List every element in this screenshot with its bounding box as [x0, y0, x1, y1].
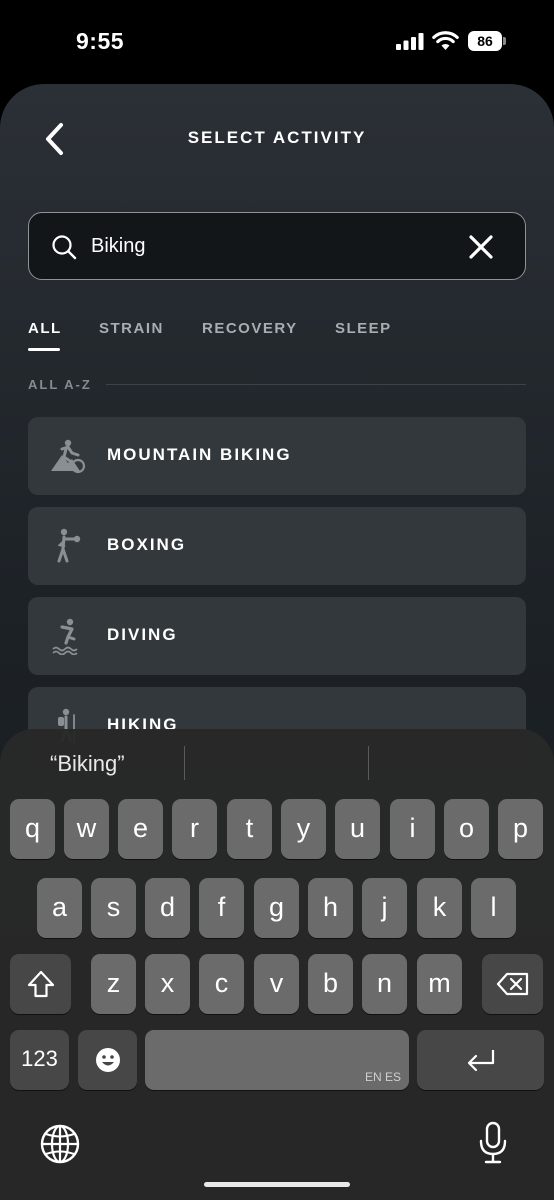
tab-all[interactable]: ALL: [28, 320, 62, 337]
tab-recovery[interactable]: RECOVERY: [202, 320, 298, 337]
status-bar: 9:55 86: [0, 0, 554, 84]
key-p[interactable]: p: [498, 799, 543, 859]
boxing-icon: [57, 528, 81, 563]
numbers-key[interactable]: 123: [10, 1030, 69, 1090]
suggestion-divider: [184, 746, 185, 780]
mountain-biking-icon: [51, 439, 86, 474]
activity-item-boxing[interactable]: BOXING: [28, 507, 526, 585]
activity-item-diving[interactable]: DIVING: [28, 597, 526, 675]
battery-cap: [503, 37, 506, 45]
section-label: ALL A-Z: [28, 377, 92, 392]
search-icon: [52, 235, 77, 260]
key-q[interactable]: q: [10, 799, 55, 859]
search-box[interactable]: [28, 212, 526, 280]
key-j[interactable]: j: [362, 878, 407, 938]
key-w[interactable]: w: [64, 799, 109, 859]
key-u[interactable]: u: [335, 799, 380, 859]
microphone-icon[interactable]: [476, 1121, 510, 1165]
search-input[interactable]: [91, 231, 451, 261]
tab-strain[interactable]: STRAIN: [99, 320, 164, 337]
key-z[interactable]: z: [91, 954, 136, 1014]
key-x[interactable]: x: [145, 954, 190, 1014]
key-e[interactable]: e: [118, 799, 163, 859]
tab-sleep[interactable]: SLEEP: [335, 320, 392, 337]
key-n[interactable]: n: [362, 954, 407, 1014]
clear-search-button[interactable]: [467, 233, 495, 261]
key-i[interactable]: i: [390, 799, 435, 859]
battery-level: 86: [468, 31, 502, 51]
keyboard-language-label: EN ES: [364, 1070, 401, 1084]
key-m[interactable]: m: [417, 954, 462, 1014]
key-y[interactable]: y: [281, 799, 326, 859]
cellular-signal-icon: [396, 33, 424, 50]
activity-label: MOUNTAIN BIKING: [107, 445, 292, 464]
key-s[interactable]: s: [91, 878, 136, 938]
backspace-icon: [496, 972, 528, 996]
key-r[interactable]: r: [172, 799, 217, 859]
system-keyboard: “Biking” q w e r t y u i o p a s d f g h…: [0, 729, 554, 1200]
section-divider: [106, 384, 526, 385]
shift-key[interactable]: [10, 954, 71, 1014]
delete-key[interactable]: [482, 954, 543, 1014]
space-key[interactable]: EN ES: [145, 1030, 409, 1090]
wifi-icon: [432, 31, 459, 50]
key-g[interactable]: g: [254, 878, 299, 938]
suggestion-divider: [368, 746, 369, 780]
key-v[interactable]: v: [254, 954, 299, 1014]
key-f[interactable]: f: [199, 878, 244, 938]
diving-icon: [52, 618, 78, 655]
active-tab-underline: [28, 348, 60, 351]
battery-indicator: 86: [468, 31, 506, 51]
key-o[interactable]: o: [444, 799, 489, 859]
page-title: SELECT ACTIVITY: [187, 128, 367, 147]
key-k[interactable]: k: [417, 878, 462, 938]
activity-label: DIVING: [107, 625, 178, 644]
return-key[interactable]: [417, 1030, 544, 1090]
return-icon: [467, 1050, 494, 1072]
key-c[interactable]: c: [199, 954, 244, 1014]
key-b[interactable]: b: [308, 954, 353, 1014]
key-t[interactable]: t: [227, 799, 272, 859]
status-time: 9:55: [76, 28, 125, 54]
shift-icon: [27, 970, 54, 998]
key-l[interactable]: l: [471, 878, 516, 938]
globe-icon[interactable]: [38, 1122, 82, 1166]
activity-label: BOXING: [107, 535, 187, 554]
emoji-icon: [95, 1048, 120, 1072]
autocorrect-suggestion[interactable]: “Biking”: [50, 751, 125, 777]
emoji-key[interactable]: [78, 1030, 137, 1090]
key-h[interactable]: h: [308, 878, 353, 938]
activity-item-mountain-biking[interactable]: MOUNTAIN BIKING: [28, 417, 526, 495]
key-d[interactable]: d: [145, 878, 190, 938]
home-indicator: [204, 1182, 350, 1187]
key-a[interactable]: a: [37, 878, 82, 938]
